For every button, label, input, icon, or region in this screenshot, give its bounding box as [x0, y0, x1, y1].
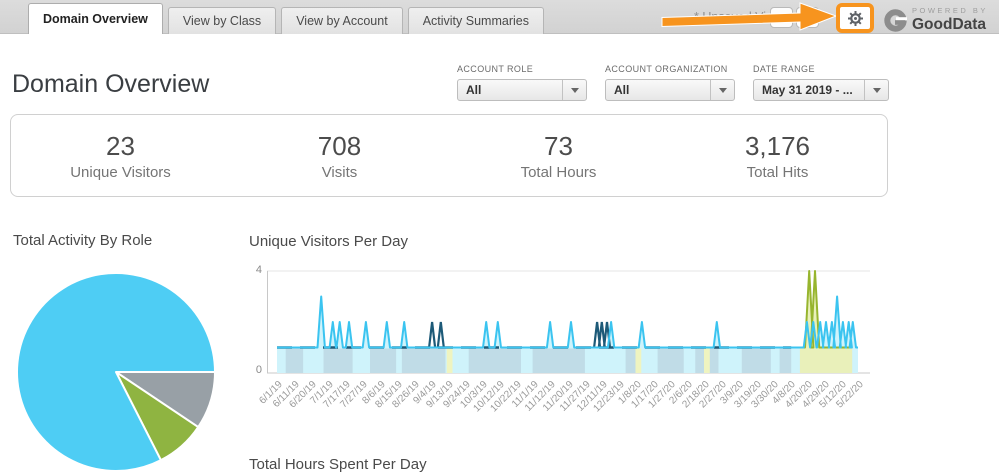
shade-stripe [779, 348, 792, 373]
kpi-value: 708 [317, 130, 362, 161]
tab-domain-overview[interactable]: Domain Overview [28, 3, 163, 34]
filter-account-role: ACCOUNT ROLE All [457, 64, 587, 101]
tab-strip: Domain Overview View by Class View by Ac… [28, 3, 544, 34]
date-range-select[interactable]: May 31 2019 - ... [753, 79, 889, 101]
x-axis-labels: 6/1/19 6/11/19 6/20/19 7/1/19 7/17/19 7/27/19… [257, 377, 870, 437]
kpi-total-hours: 73 Total Hours [449, 131, 668, 181]
brand-name: GoodData [912, 16, 987, 33]
tab-activity-summaries[interactable]: Activity Summaries [407, 7, 544, 34]
shade-stripe [370, 348, 397, 373]
gooddata-logo-icon [884, 8, 907, 32]
shade-stripe [468, 348, 521, 373]
shade-stripe [323, 348, 353, 373]
pie-chart-title: Total Activity By Role [13, 232, 153, 249]
kpi-visits: 708 Visits [230, 131, 449, 181]
kpi-summary-card: 23 Unique Visitors 708 Visits 73 Total H… [10, 114, 888, 197]
tab-view-by-class[interactable]: View by Class [167, 7, 277, 34]
kpi-label: Total Hours [520, 163, 597, 181]
yellow-stripe [446, 348, 453, 373]
powered-by-label: POWERED BY [912, 6, 988, 15]
settings-gear-button[interactable] [836, 3, 874, 33]
gear-icon [847, 10, 863, 26]
filter-account-organization: ACCOUNT ORGANIZATION All [605, 64, 735, 101]
unsaved-view-label: * Unsaved Vi [694, 10, 767, 24]
kpi-label: Unique Visitors [70, 163, 171, 181]
tab-bar: Domain Overview View by Class View by Ac… [0, 0, 999, 34]
chevron-down-icon [562, 80, 586, 100]
toolbar-button[interactable] [796, 7, 819, 28]
account-role-select[interactable]: All [457, 79, 587, 101]
kpi-unique-visitors: 23 Unique Visitors [11, 131, 230, 181]
shade-stripe [401, 348, 446, 373]
shade-stripe [532, 348, 585, 373]
yellow-stripe [704, 348, 710, 373]
filter-date-range: DATE RANGE May 31 2019 - ... [753, 64, 889, 101]
line-chart-title: Unique Visitors Per Day [249, 233, 408, 250]
kpi-total-hits: 3,176 Total Hits [668, 131, 887, 181]
dashboard: Domain Overview View by Class View by Ac… [0, 0, 999, 476]
shade-stripe [657, 348, 684, 373]
select-value: May 31 2019 - ... [762, 83, 853, 97]
chevron-down-icon [864, 80, 888, 100]
chevron-down-icon [710, 80, 734, 100]
kpi-label: Visits [321, 163, 358, 181]
filter-label: ACCOUNT ROLE [457, 64, 534, 74]
navy-spike [428, 321, 437, 348]
shade-stripe [741, 348, 771, 373]
select-value: All [466, 83, 482, 97]
gooddata-brand: POWERED BY GoodData [884, 6, 988, 34]
page-title: Domain Overview [12, 70, 210, 98]
shade-stripe [285, 348, 304, 373]
kpi-value: 3,176 [744, 130, 811, 161]
unique-visitors-chart [267, 270, 870, 374]
hours-chart-title: Total Hours Spent Per Day [249, 456, 427, 473]
select-value: All [614, 83, 630, 97]
account-organization-select[interactable]: All [605, 79, 735, 101]
tab-view-by-account[interactable]: View by Account [281, 7, 403, 34]
kpi-label: Total Hits [746, 163, 809, 181]
toolbar-button[interactable] [770, 7, 793, 28]
y-axis-tick: 4 [255, 264, 262, 276]
kpi-value: 23 [106, 130, 135, 161]
visitors-line [277, 295, 858, 349]
y-axis-tick: 0 [255, 364, 262, 376]
activity-by-role-pie-chart [16, 272, 216, 472]
filter-label: ACCOUNT ORGANIZATION [605, 64, 728, 74]
kpi-value: 73 [544, 130, 573, 161]
navy-spike [436, 321, 445, 348]
yellow-stripe [635, 348, 642, 373]
filter-label: DATE RANGE [753, 64, 815, 74]
